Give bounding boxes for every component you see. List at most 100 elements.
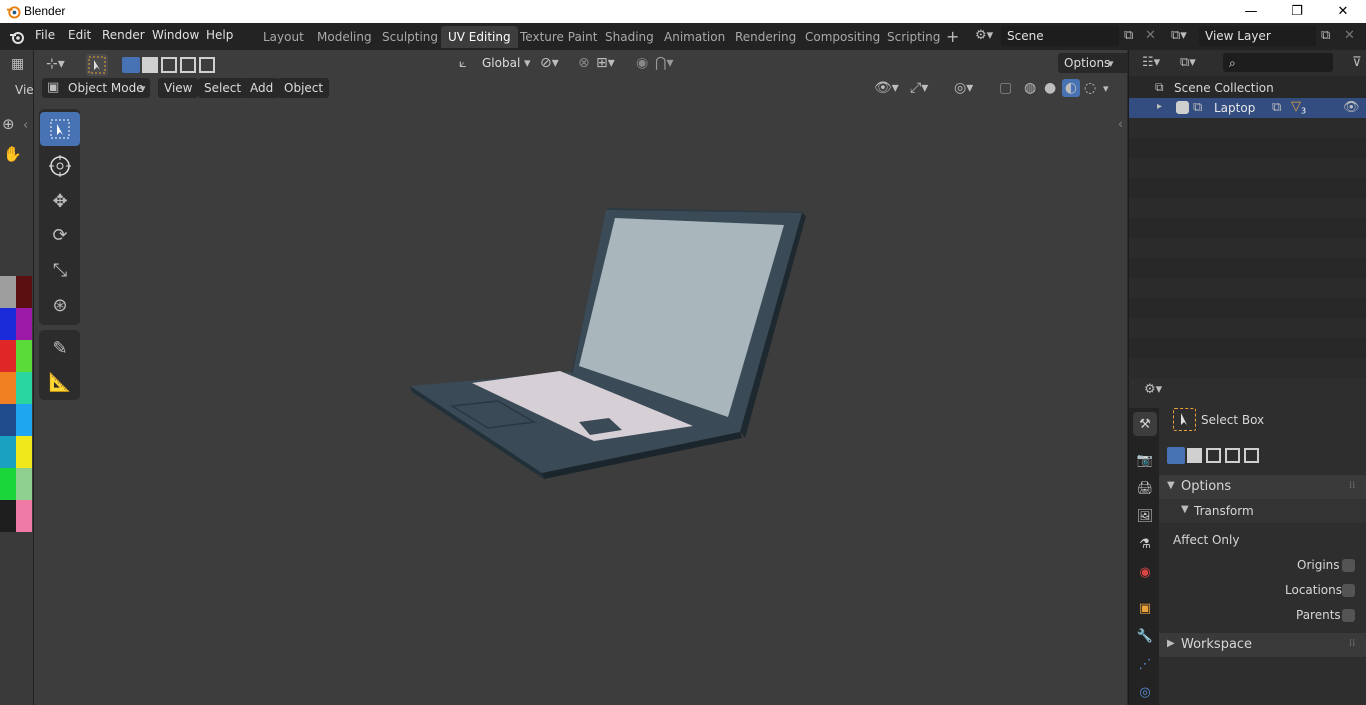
- mode-intersect-icon[interactable]: [1244, 448, 1259, 463]
- locations-checkbox[interactable]: [1342, 584, 1355, 597]
- palette-swatch[interactable]: [16, 500, 32, 532]
- drag-handle-icon[interactable]: ⁞⁞: [1349, 481, 1355, 491]
- blender-topbar: File Edit Render Window Help Layout Mode…: [0, 23, 1366, 50]
- options-panel-header[interactable]: ▼ Options ⁞⁞: [1159, 475, 1366, 499]
- palette-swatch[interactable]: [16, 276, 32, 308]
- palette-swatch[interactable]: [16, 468, 32, 500]
- palette-swatch[interactable]: [0, 340, 16, 372]
- tab-texture-paint[interactable]: Texture Paint: [513, 26, 604, 48]
- palette-swatch[interactable]: [16, 340, 32, 372]
- menu-help[interactable]: Help: [206, 28, 233, 42]
- palette-swatch[interactable]: [16, 404, 32, 436]
- tab-shading[interactable]: Shading: [598, 26, 661, 48]
- filter-icon[interactable]: ⊽: [1352, 56, 1362, 69]
- outliner-row-laptop[interactable]: ▸ ⧉ Laptop ⧉ ▽3 👁: [1129, 98, 1366, 118]
- new-scene-icon[interactable]: ⧉: [1124, 29, 1133, 42]
- collection-icon: ⧉: [1193, 100, 1203, 115]
- transform-subpanel-title: Transform: [1194, 504, 1254, 518]
- mesh-filter-icon[interactable]: ▽3: [1291, 100, 1306, 116]
- tab-layout[interactable]: Layout: [256, 26, 311, 48]
- add-workspace-icon[interactable]: +: [946, 29, 959, 45]
- 3d-viewport[interactable]: ⊹▾ ⟀ Global ▾ ⊘▾ ⊗ ⊞▾ ◉ ⋂▾ Options ▾ Obj…: [34, 50, 1131, 705]
- modifier-wrench-icon: 🔧: [1136, 628, 1154, 644]
- drag-handle-icon[interactable]: ⁞⁞: [1349, 639, 1355, 649]
- tab-particles[interactable]: ⋰: [1133, 652, 1157, 676]
- palette-swatch[interactable]: [0, 276, 16, 308]
- tab-scripting[interactable]: Scripting: [880, 26, 947, 48]
- laptop-model[interactable]: [34, 50, 1127, 705]
- workspace-panel-header[interactable]: ▶ Workspace ⁞⁞: [1159, 633, 1366, 657]
- delete-view-layer-icon[interactable]: ✕: [1344, 29, 1355, 42]
- pan-hand-icon[interactable]: ✋: [3, 147, 22, 162]
- laptop-item-label[interactable]: Laptop: [1214, 101, 1255, 115]
- view-layer-mode-icon[interactable]: ⧉▾: [1180, 56, 1196, 69]
- origins-checkbox[interactable]: [1342, 559, 1355, 572]
- transform-subpanel-header[interactable]: ▼ Transform: [1159, 499, 1366, 523]
- palette-swatch[interactable]: [0, 404, 16, 436]
- view-layer-name-field[interactable]: View Layer: [1199, 26, 1316, 46]
- collection-icon: ⧉: [1155, 80, 1164, 94]
- palette-swatch[interactable]: [0, 372, 16, 404]
- tab-object[interactable]: ▣: [1133, 596, 1157, 620]
- expand-arrow-icon[interactable]: ▸: [1157, 102, 1162, 112]
- tab-render[interactable]: 📷: [1133, 448, 1157, 472]
- left-view-menu[interactable]: Vie: [15, 83, 34, 97]
- tab-animation[interactable]: Animation: [657, 26, 732, 48]
- mode-invert-icon[interactable]: [1225, 448, 1240, 463]
- editor-type-icon[interactable]: ⚙▾: [1144, 383, 1162, 396]
- tab-modeling[interactable]: Modeling: [310, 26, 379, 48]
- restore-button[interactable]: ❐: [1274, 0, 1320, 23]
- tab-modifiers[interactable]: 🔧: [1133, 624, 1157, 648]
- scene-name-field[interactable]: Scene: [1001, 26, 1119, 46]
- view-layer-selector-icon[interactable]: ⧉▾: [1171, 29, 1187, 42]
- tab-physics[interactable]: ◎: [1133, 680, 1157, 704]
- tab-rendering[interactable]: Rendering: [728, 26, 803, 48]
- collapse-arrow-icon[interactable]: ‹: [23, 119, 28, 132]
- palette-swatch[interactable]: [16, 436, 32, 468]
- tab-uv-editing[interactable]: UV Editing: [441, 26, 518, 48]
- tab-sculpting[interactable]: Sculpting: [375, 26, 445, 48]
- palette-swatch[interactable]: [0, 468, 16, 500]
- palette-swatch[interactable]: [0, 308, 16, 340]
- menu-window[interactable]: Window: [152, 28, 199, 42]
- parents-checkbox[interactable]: [1342, 609, 1355, 622]
- tab-tool[interactable]: ⚒: [1133, 412, 1157, 436]
- filter-count: 3: [1301, 106, 1307, 116]
- menu-file[interactable]: File: [35, 28, 55, 42]
- palette-swatch[interactable]: [0, 436, 16, 468]
- world-globe-icon: ◉: [1139, 564, 1151, 580]
- options-panel-title: Options: [1181, 479, 1232, 494]
- palette-swatch[interactable]: [0, 500, 16, 532]
- subpanel-expanded-icon: ▼: [1181, 504, 1189, 515]
- visibility-eye-icon[interactable]: 👁: [1343, 101, 1360, 114]
- tab-view-layer[interactable]: 🖼: [1133, 504, 1157, 528]
- scene-selector-icon[interactable]: ⚙▾: [975, 29, 993, 42]
- parents-label: Parents: [1296, 608, 1341, 622]
- close-button[interactable]: ✕: [1320, 0, 1366, 23]
- tab-scene[interactable]: ⚗: [1133, 532, 1157, 556]
- menu-render[interactable]: Render: [102, 28, 145, 42]
- mode-new-icon[interactable]: [1167, 447, 1185, 464]
- display-mode-icon[interactable]: ☷▾: [1142, 56, 1160, 69]
- exclude-checkbox[interactable]: [1176, 101, 1189, 114]
- locations-label: Locations: [1285, 583, 1343, 597]
- menu-edit[interactable]: Edit: [68, 28, 91, 42]
- editor-type-icon[interactable]: ▦: [11, 57, 24, 71]
- delete-scene-icon[interactable]: ✕: [1145, 29, 1156, 42]
- palette-swatch[interactable]: [16, 372, 32, 404]
- mode-subtract-icon[interactable]: [1206, 448, 1221, 463]
- scene-collection-label: Scene Collection: [1174, 81, 1274, 95]
- blender-menu-icon[interactable]: [9, 29, 25, 45]
- zoom-icon[interactable]: ⊕: [2, 117, 15, 132]
- tab-output[interactable]: 🖨: [1133, 476, 1157, 500]
- minimize-button[interactable]: —: [1228, 0, 1274, 23]
- mode-extend-icon[interactable]: [1187, 448, 1202, 463]
- tab-world[interactable]: ◉: [1133, 560, 1157, 584]
- tab-compositing[interactable]: Compositing: [798, 26, 887, 48]
- outliner-search-field[interactable]: ⌕: [1223, 53, 1333, 72]
- collection-filter-icon[interactable]: ⧉: [1272, 101, 1281, 114]
- outliner-empty-row: [1129, 238, 1366, 258]
- palette-swatch[interactable]: [16, 308, 32, 340]
- outliner-row-scene-collection[interactable]: ⧉ Scene Collection: [1129, 78, 1366, 98]
- new-view-layer-icon[interactable]: ⧉: [1321, 29, 1330, 42]
